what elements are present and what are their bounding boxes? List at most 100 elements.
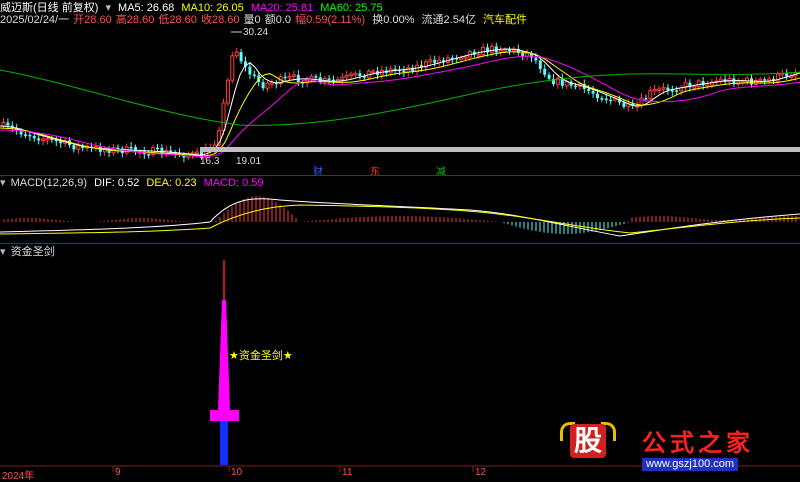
candle-body [543, 68, 547, 75]
separator-macd-indicator[interactable] [0, 243, 800, 244]
candle-body [657, 88, 662, 92]
candle-body [287, 75, 292, 79]
candlestick-series [1, 42, 798, 163]
candle-body [296, 74, 300, 83]
candle-body [534, 57, 538, 61]
candle-body [344, 74, 349, 78]
candle-body [41, 138, 46, 142]
candle-body [156, 147, 159, 150]
candle-body [648, 90, 653, 100]
candle-body [24, 134, 27, 136]
candle-body [433, 59, 437, 63]
candle-body [538, 60, 542, 69]
candle-body [37, 138, 41, 141]
candle-body [481, 46, 486, 56]
candle-body [428, 59, 433, 63]
candle-body [265, 82, 270, 89]
candle-body [406, 67, 411, 73]
candle-body [76, 145, 81, 150]
sword-label: ★资金圣剑★ [229, 350, 293, 362]
logo-char: 股 [570, 424, 606, 458]
candle-body [252, 74, 256, 76]
macd-collapse-icon[interactable]: ▾ [0, 177, 6, 189]
candle-body [225, 79, 230, 104]
candle-body [670, 90, 674, 92]
indicator-collapse-icon[interactable]: ▾ [0, 246, 6, 258]
candle-body [675, 90, 679, 92]
time-label-dec: 12 [475, 467, 487, 478]
candle-body [28, 134, 32, 137]
candle-body [291, 74, 296, 77]
candle-body [652, 88, 657, 92]
low-price-marker-a: 16.3 [200, 156, 220, 167]
candle-body [72, 145, 76, 150]
separator-price-macd[interactable] [0, 175, 800, 176]
candle-body [763, 79, 767, 81]
candle-body [785, 73, 789, 77]
time-label-sep: 9 [115, 467, 121, 478]
macd-header: ▾ MACD(12,26,9) DIF: 0.52 DEA: 0.23 MACD… [0, 177, 268, 190]
candle-body [489, 45, 494, 53]
candle-body [705, 84, 710, 88]
macd-dif: DIF: 0.52 [94, 177, 140, 189]
chart-canvas[interactable] [0, 0, 800, 478]
candle-body [371, 70, 376, 74]
candle-body [234, 51, 239, 57]
high-price-marker: 30.24 [243, 27, 269, 38]
candle-body [327, 78, 331, 80]
candle-body [521, 52, 525, 57]
candle-body [644, 98, 648, 100]
candle-body [591, 90, 595, 94]
macd-dea: DEA: 0.23 [146, 177, 197, 189]
time-label-year: 2024年 [2, 471, 35, 482]
candle-body [463, 56, 468, 59]
candle-body [230, 55, 235, 81]
candle-body [692, 86, 697, 89]
candle-body [221, 102, 226, 132]
axis-ticks [112, 466, 474, 472]
candle-body [239, 52, 243, 62]
candle-body [32, 135, 36, 139]
macd-title[interactable]: MACD(12,26,9) [11, 177, 87, 189]
sword-handle [220, 421, 228, 465]
candle-body [661, 87, 666, 90]
candle-body [340, 76, 345, 81]
macd-value: MACD: 0.59 [203, 177, 264, 189]
low-price-marker-b: 19.01 [236, 156, 262, 167]
candle-body [604, 98, 608, 101]
candle-body [134, 147, 137, 152]
ma60-line [0, 69, 800, 126]
highlight-bar [200, 147, 800, 152]
candle-body [564, 81, 569, 87]
candle-body [147, 154, 151, 156]
time-label-nov: 11 [342, 467, 353, 478]
candle-body [129, 146, 133, 149]
candle-body [587, 88, 591, 91]
candle-body [596, 93, 599, 99]
candle-body [195, 151, 200, 154]
candle-body [358, 73, 362, 77]
candle-body [476, 54, 481, 57]
candle-body [459, 57, 464, 60]
candle-body [349, 73, 354, 77]
candle-body [547, 74, 551, 79]
candle-body [508, 49, 511, 52]
sword-guard [210, 410, 239, 421]
candle-body [600, 98, 604, 100]
indicator-title[interactable]: 资金圣剑 [11, 246, 55, 258]
ma5-line [0, 48, 800, 156]
candle-body [261, 82, 265, 89]
candle-body [353, 72, 358, 76]
candle-body [696, 80, 701, 88]
candle-body [283, 76, 287, 79]
candle-body [574, 85, 577, 88]
candle-body [758, 78, 763, 82]
watermark-logo: 股 [560, 420, 616, 462]
candle-body [45, 137, 50, 141]
candle-body [6, 122, 10, 126]
candle-body [718, 78, 723, 82]
candle-body [622, 102, 626, 107]
candle-body [767, 78, 772, 81]
candle-body [248, 66, 252, 75]
candle-body [498, 49, 503, 53]
